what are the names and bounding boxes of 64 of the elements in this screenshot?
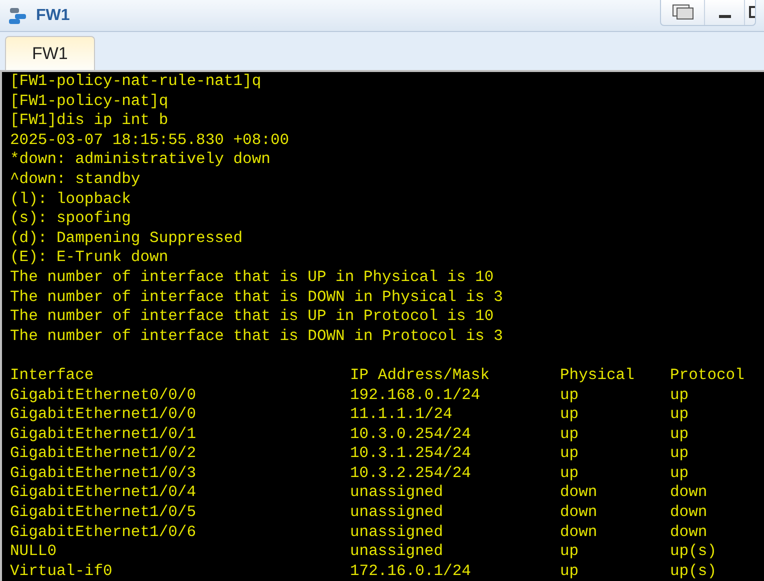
table-cell: GigabitEthernet1/0/6	[10, 522, 196, 542]
table-cell: 10.3.2.254/24	[350, 464, 471, 484]
terminal-line: (s): spoofing	[10, 209, 131, 229]
terminal-line: The number of interface that is UP in Protocol is 10	[10, 307, 494, 327]
terminal-line: (E): E-Trunk down	[10, 248, 168, 268]
table-cell: GigabitEthernet0/0/0	[10, 386, 196, 406]
network-icon	[8, 6, 28, 26]
table-cell: GigabitEthernet1/0/1	[10, 424, 196, 444]
table-cell: down	[560, 522, 598, 542]
table-cell: GigabitEthernet1/0/2	[10, 444, 196, 464]
column-header: Protocol	[670, 366, 744, 386]
table-cell: 11.1.1.1/24	[350, 405, 452, 425]
table-cell: up	[560, 444, 579, 464]
table-cell: down	[670, 503, 708, 523]
table-cell: Virtual-if0	[10, 562, 112, 581]
table-cell: up	[670, 405, 689, 425]
table-cell: down	[670, 483, 708, 504]
table-cell: up	[560, 424, 579, 444]
table-cell: 192.168.0.1/24	[350, 386, 480, 406]
table-cell: up	[670, 464, 689, 484]
terminal-line: (l): loopback	[10, 190, 131, 210]
column-header: Physical	[560, 366, 634, 386]
table-cell: up	[560, 562, 579, 581]
table-cell: up	[560, 405, 579, 425]
terminal-line: *down: administratively down	[10, 150, 270, 170]
table-cell: GigabitEthernet1/0/5	[10, 503, 196, 523]
terminal-line: The number of interface that is UP in Physical is 10	[10, 268, 494, 288]
table-cell: unassigned	[350, 522, 444, 542]
terminal-line: (d): Dampening Suppressed	[10, 228, 243, 248]
table-cell: up(s)	[670, 542, 717, 562]
terminal-line: The number of interface that is DOWN in Protocol is 3	[10, 326, 503, 346]
table-cell: down	[670, 522, 708, 542]
table-cell: up	[560, 542, 579, 562]
table-cell: 10.3.0.254/24	[350, 424, 471, 444]
terminal-line: The number of interface that is DOWN in Physical is 3	[10, 288, 503, 308]
table-cell: unassigned	[350, 503, 444, 523]
table-cell: unassigned	[350, 483, 444, 504]
table-cell: up(s)	[670, 562, 717, 581]
table-cell: up	[670, 386, 689, 406]
minimize-icon	[718, 15, 730, 18]
tab[interactable]: FW1	[5, 36, 95, 70]
table-cell: up	[670, 424, 689, 444]
table-cell: 10.3.1.254/24	[350, 444, 471, 464]
table-cell: NULL0	[10, 542, 57, 562]
table-cell: up	[670, 444, 689, 464]
table-cell: 172.16.0.1/24	[350, 562, 471, 581]
table-cell: down	[560, 483, 598, 504]
table-cell: GigabitEthernet1/0/0	[10, 405, 196, 425]
table-cell: GigabitEthernet1/0/3	[10, 464, 196, 484]
table-cell: up	[560, 464, 579, 484]
window-title: FW1	[36, 6, 70, 26]
column-header: Interface	[10, 366, 94, 386]
table-cell: GigabitEthernet1/0/4	[10, 483, 196, 504]
maximize-icon	[749, 6, 755, 18]
terminal-line: [FW1-policy-nat-rule-nat1]q	[10, 72, 262, 92]
terminal-line: [FW1-policy-nat]q	[10, 92, 168, 112]
table-cell: unassigned	[350, 542, 444, 562]
column-header: IP Address/Mask	[350, 366, 490, 386]
terminal-line: [FW1]dis ip int b	[10, 111, 168, 131]
terminal-line: ^down: standby	[10, 170, 140, 190]
table-cell: down	[560, 503, 598, 523]
restore-icon	[672, 4, 694, 20]
terminal-line: 2025-03-07 18:15:55.830 +08:00	[10, 130, 290, 150]
table-cell: up	[560, 386, 579, 406]
